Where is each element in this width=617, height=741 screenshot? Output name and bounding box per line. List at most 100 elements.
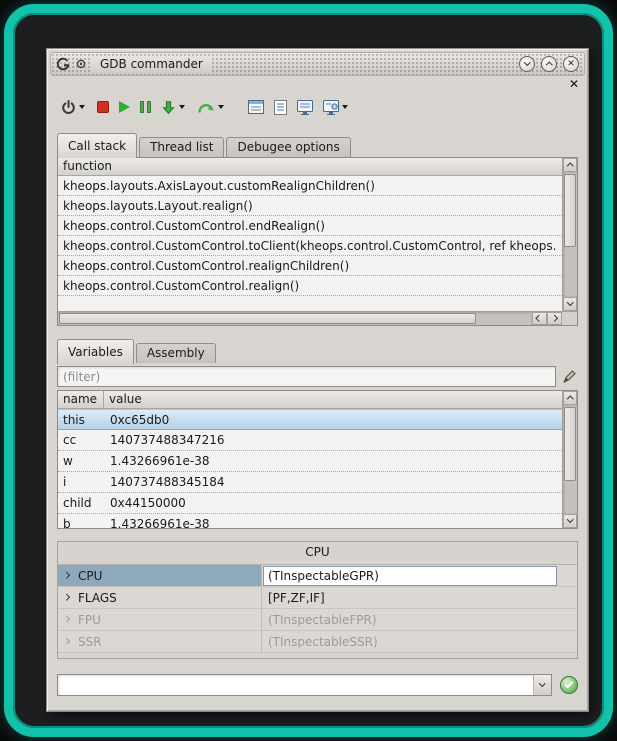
callstack-vscrollbar[interactable]: [562, 158, 577, 311]
tab-debugee-options[interactable]: Debugee options: [226, 137, 350, 157]
callstack-row[interactable]: kheops.control.CustomControl.realignChil…: [58, 256, 562, 276]
chevron-down-icon: [567, 516, 573, 522]
scroll-track[interactable]: [563, 405, 577, 514]
variable-value: 1.43266961e-38: [104, 451, 562, 471]
cpu-grid: CPU (TInspectableGPR) FLAGS [PF,ZF,IF] F…: [58, 564, 577, 653]
panel-close-button[interactable]: ✕: [569, 78, 579, 90]
variable-row[interactable]: b 1.43266961e-38: [58, 514, 562, 528]
cpu-row[interactable]: SSR (TInspectableSSR): [58, 631, 577, 653]
tab-variables[interactable]: Variables: [57, 339, 134, 364]
step-over-button[interactable]: [197, 97, 215, 117]
cpu-row-name: CPU: [75, 565, 261, 586]
combobox-dropdown-button[interactable]: [533, 675, 551, 695]
scroll-track[interactable]: [563, 172, 577, 297]
expander-icon[interactable]: [58, 587, 75, 608]
cpu-row[interactable]: FLAGS [PF,ZF,IF]: [58, 587, 577, 609]
scroll-thumb[interactable]: [564, 174, 576, 247]
cpu-row-value: (TInspectableFPR): [261, 609, 577, 630]
document-list-button[interactable]: [274, 97, 287, 117]
chevron-right-icon: [551, 315, 557, 321]
scroll-down-button[interactable]: [563, 297, 577, 311]
variable-row[interactable]: cc 140737488347216: [58, 430, 562, 451]
variables-rows: this 0xc65db0 cc 140737488347216 w 1.432…: [58, 409, 562, 528]
gdb-commander-window: GDB commander ✕ ✕: [46, 48, 589, 712]
monitor-camera-button[interactable]: [323, 97, 339, 117]
execute-button[interactable]: [560, 676, 578, 694]
step-into-dropdown[interactable]: [179, 105, 185, 109]
variable-row[interactable]: child 0x44150000: [58, 493, 562, 514]
power-button[interactable]: [61, 97, 76, 117]
cpu-row[interactable]: CPU (TInspectableGPR): [58, 565, 577, 587]
callstack-row[interactable]: kheops.control.CustomControl.endRealign(…: [58, 216, 562, 236]
column-function[interactable]: function: [58, 158, 562, 176]
close-button[interactable]: ✕: [563, 56, 579, 72]
window-list-button[interactable]: [248, 97, 264, 117]
expander-icon[interactable]: [58, 631, 75, 652]
variable-row[interactable]: w 1.43266961e-38: [58, 451, 562, 472]
callstack-row[interactable]: kheops.layouts.AxisLayout.customRealignC…: [58, 176, 562, 196]
command-input[interactable]: [58, 675, 533, 695]
callstack-rows: kheops.layouts.AxisLayout.customRealignC…: [58, 176, 562, 311]
variable-row[interactable]: i 140737488345184: [58, 472, 562, 493]
play-icon: [119, 101, 130, 113]
column-name[interactable]: name: [58, 391, 104, 409]
screen-frame: GDB commander ✕ ✕: [4, 4, 613, 737]
chevron-up-icon: [546, 62, 552, 68]
variable-value: 0x44150000: [104, 493, 562, 513]
command-combobox[interactable]: [57, 674, 552, 696]
variable-row[interactable]: this 0xc65db0: [58, 409, 562, 430]
titlebar-buttons: ✕: [519, 56, 579, 72]
power-dropdown[interactable]: [79, 105, 85, 109]
callstack-row[interactable]: kheops.control.CustomControl.realign(): [58, 276, 562, 296]
scroll-thumb[interactable]: [59, 313, 476, 324]
chevron-down-icon: [524, 59, 530, 65]
callstack-header[interactable]: function: [58, 158, 562, 176]
step-into-button[interactable]: [161, 97, 176, 117]
filter-pen-icon[interactable]: [561, 369, 578, 384]
inspector-tabbar: Variables Assembly: [47, 337, 588, 363]
cpu-row[interactable]: FPU (TInspectableFPR): [58, 609, 577, 631]
variable-name: w: [58, 451, 104, 471]
cpu-row-name: FLAGS: [75, 587, 261, 608]
variable-name: child: [58, 493, 104, 513]
callstack-row[interactable]: kheops.layouts.Layout.realign(): [58, 196, 562, 216]
window-title: GDB commander: [91, 56, 212, 72]
run-button[interactable]: [119, 97, 130, 117]
pin-icon[interactable]: [76, 59, 86, 69]
callstack-row[interactable]: kheops.control.CustomControl.toClient(kh…: [58, 236, 562, 256]
titlebar[interactable]: GDB commander ✕: [50, 52, 585, 76]
filter-row: [57, 366, 578, 387]
tab-thread-list[interactable]: Thread list: [139, 137, 224, 157]
expander-icon[interactable]: [58, 565, 75, 586]
stop-button[interactable]: [97, 97, 109, 117]
cpu-value-editor[interactable]: (TInspectableGPR): [263, 566, 557, 586]
debug-toolbar: [47, 92, 588, 122]
filter-input[interactable]: [57, 366, 556, 387]
tab-assembly[interactable]: Assembly: [136, 343, 216, 363]
scroll-left-button[interactable]: [532, 312, 547, 325]
scroll-up-button[interactable]: [563, 391, 577, 405]
maximize-button[interactable]: [541, 56, 557, 72]
cpu-row-name: FPU: [75, 609, 261, 630]
scroll-track[interactable]: [58, 312, 532, 325]
monitor-list-button[interactable]: [297, 97, 313, 117]
variables-header[interactable]: name value: [58, 391, 562, 409]
scroll-right-button[interactable]: [547, 312, 562, 325]
chevron-down-icon: [539, 680, 545, 686]
tab-call-stack[interactable]: Call stack: [57, 133, 137, 158]
callstack-hscrollbar[interactable]: [58, 311, 577, 325]
variables-panel: name value this 0xc65db0 cc 140737488347…: [57, 390, 578, 529]
monitor-camera-dropdown[interactable]: [342, 105, 348, 109]
scroll-down-button[interactable]: [563, 514, 577, 528]
scroll-up-button[interactable]: [563, 158, 577, 172]
pause-button[interactable]: [140, 97, 151, 117]
variable-name: b: [58, 514, 104, 528]
variables-vscrollbar[interactable]: [562, 391, 577, 528]
step-over-dropdown[interactable]: [218, 105, 224, 109]
scroll-thumb[interactable]: [564, 407, 576, 481]
variable-name: cc: [58, 430, 104, 450]
expander-icon[interactable]: [58, 609, 75, 630]
column-value[interactable]: value: [104, 391, 562, 409]
shade-button[interactable]: [519, 56, 535, 72]
cpu-row-value: [PF,ZF,IF]: [261, 587, 577, 608]
